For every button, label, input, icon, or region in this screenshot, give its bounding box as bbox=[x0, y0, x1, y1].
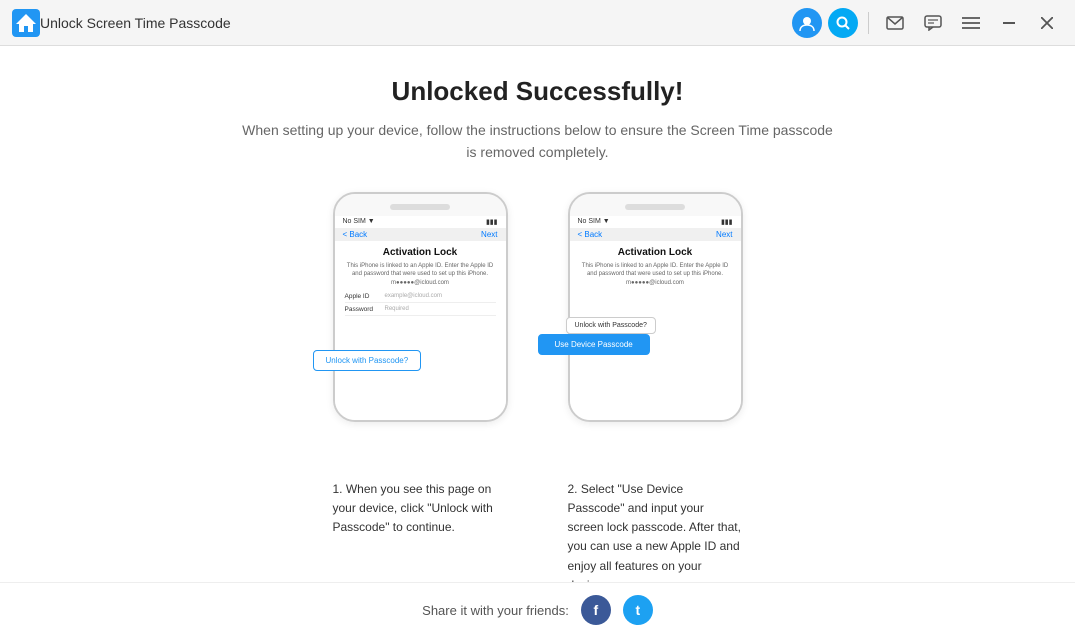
mail-button[interactable] bbox=[879, 7, 911, 39]
titlebar-actions bbox=[792, 7, 1063, 39]
share-label: Share it with your friends: bbox=[422, 603, 569, 618]
footer: Share it with your friends: f t bbox=[0, 582, 1075, 637]
phone-password-label: Password bbox=[345, 306, 385, 313]
step2-unlock-label: Unlock with Passcode? bbox=[575, 322, 647, 329]
success-subtitle: When setting up your device, follow the … bbox=[238, 119, 838, 164]
phone-nav2: < Back Next bbox=[570, 228, 741, 241]
phone-back2: < Back bbox=[578, 230, 603, 239]
phone-signal: ▮▮▮ bbox=[486, 218, 498, 226]
phone-status-text2: No SIM ▼ bbox=[578, 218, 610, 225]
twitter-button[interactable]: t bbox=[623, 595, 653, 625]
main-content: Unlocked Successfully! When setting up y… bbox=[0, 46, 1075, 582]
phone-next: Next bbox=[481, 230, 497, 239]
phone-activation-lock-title: Activation Lock bbox=[345, 247, 496, 258]
phone-notch2 bbox=[625, 204, 685, 210]
facebook-button[interactable]: f bbox=[581, 595, 611, 625]
twitter-icon: t bbox=[636, 602, 641, 618]
phone-screen2: No SIM ▼ ▮▮▮ < Back Next Activation Lock… bbox=[570, 194, 741, 420]
phone-password-row: Password Required bbox=[345, 306, 496, 316]
chat-button[interactable] bbox=[917, 7, 949, 39]
phone-status-bar2: No SIM ▼ ▮▮▮ bbox=[570, 216, 741, 228]
step1-wrap: No SIM ▼ ▮▮▮ < Back Next Activation Lock… bbox=[333, 192, 508, 538]
step2-use-passcode-label: Use Device Passcode bbox=[555, 340, 633, 349]
phone-signal2: ▮▮▮ bbox=[721, 218, 733, 226]
divider bbox=[868, 12, 869, 34]
step2-phone: No SIM ▼ ▮▮▮ < Back Next Activation Lock… bbox=[568, 192, 743, 422]
step2-description: 2. Select "Use Device Passcode" and inpu… bbox=[568, 480, 743, 582]
phone-status-text: No SIM ▼ bbox=[343, 218, 375, 225]
phone-apple-id-row: Apple ID example@icloud.com bbox=[345, 293, 496, 303]
step1-description: 1. When you see this page on your device… bbox=[333, 480, 508, 538]
phone-password-val: Required bbox=[385, 306, 496, 312]
search-button[interactable] bbox=[828, 8, 858, 38]
menu-button[interactable] bbox=[955, 7, 987, 39]
phone-back: < Back bbox=[343, 230, 368, 239]
home-icon[interactable] bbox=[12, 9, 40, 37]
step2-wrap: No SIM ▼ ▮▮▮ < Back Next Activation Lock… bbox=[568, 192, 743, 582]
phone-activation-lock-title2: Activation Lock bbox=[580, 247, 731, 258]
phone-apple-id-label: Apple ID bbox=[345, 293, 385, 300]
user-avatar-button[interactable] bbox=[792, 8, 822, 38]
phone-activation-desc2: This iPhone is linked to an Apple ID. En… bbox=[580, 262, 731, 287]
phone-next2: Next bbox=[716, 230, 732, 239]
phone-apple-id-val: example@icloud.com bbox=[385, 293, 496, 299]
phone-nav: < Back Next bbox=[335, 228, 506, 241]
success-title: Unlocked Successfully! bbox=[392, 76, 684, 107]
phone-body: Activation Lock This iPhone is linked to… bbox=[335, 241, 506, 420]
step2-use-device-passcode: Use Device Passcode bbox=[538, 334, 650, 355]
phone-screen: No SIM ▼ ▮▮▮ < Back Next Activation Lock… bbox=[335, 194, 506, 420]
step2-unlock-with-passcode: Unlock with Passcode? bbox=[566, 317, 656, 334]
step1-phone: No SIM ▼ ▮▮▮ < Back Next Activation Lock… bbox=[333, 192, 508, 422]
steps-row: No SIM ▼ ▮▮▮ < Back Next Activation Lock… bbox=[333, 192, 743, 582]
phone-notch bbox=[390, 204, 450, 210]
minimize-button[interactable] bbox=[993, 7, 1025, 39]
facebook-icon: f bbox=[594, 602, 599, 618]
titlebar: Unlock Screen Time Passcode bbox=[0, 0, 1075, 46]
titlebar-title: Unlock Screen Time Passcode bbox=[40, 15, 792, 31]
phone-status-bar: No SIM ▼ ▮▮▮ bbox=[335, 216, 506, 228]
step1-unlock-label: Unlock with Passcode? bbox=[326, 356, 409, 365]
phone-activation-desc: This iPhone is linked to an Apple ID. En… bbox=[345, 262, 496, 287]
step1-unlock-popup: Unlock with Passcode? bbox=[313, 350, 422, 371]
close-button[interactable] bbox=[1031, 7, 1063, 39]
